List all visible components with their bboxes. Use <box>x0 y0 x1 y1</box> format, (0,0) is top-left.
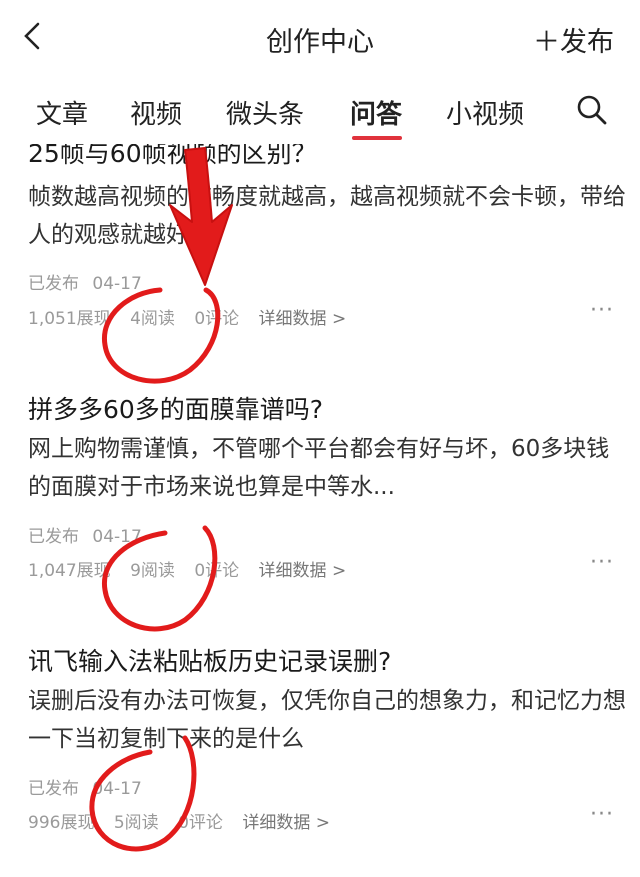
status-label: 已发布 <box>28 779 79 799</box>
impressions-count: 1,051展现 <box>28 309 111 329</box>
publish-status: 已发布 04-17 <box>28 522 142 547</box>
tab-micro-posts[interactable]: 微头条 <box>226 94 304 131</box>
tab-articles[interactable]: 文章 <box>36 94 88 131</box>
more-icon[interactable]: ··· <box>590 802 614 827</box>
reads-count: 5阅读 <box>113 813 159 833</box>
publish-date: 04-17 <box>92 274 142 294</box>
publish-status: 已发布 04-17 <box>28 269 142 294</box>
status-label: 已发布 <box>28 527 79 547</box>
comments-count: 0评论 <box>194 309 240 329</box>
publish-status: 已发布 04-17 <box>28 774 142 799</box>
search-icon[interactable] <box>574 92 610 128</box>
answer-excerpt[interactable]: 网上购物需谨慎，不管哪个平台都会有好与坏，60多块钱的面膜对于市场来说也算是中等… <box>28 430 628 506</box>
question-title[interactable]: 拼多多60多的面膜靠谱吗? <box>28 390 323 426</box>
more-icon[interactable]: ··· <box>590 550 614 575</box>
header-bar: 创作中心 ＋发布 <box>0 0 640 78</box>
comments-count: 0评论 <box>194 561 240 581</box>
detail-data-link[interactable]: 详细数据 > <box>259 309 347 329</box>
stats-row: 996展现 5阅读 0评论 详细数据 > <box>28 808 344 833</box>
publish-date: 04-17 <box>92 527 142 547</box>
publish-button[interactable]: ＋发布 <box>533 20 614 59</box>
comments-count: 0评论 <box>178 813 223 833</box>
answer-excerpt[interactable]: 误删后没有办法可恢复，仅凭你自己的想象力，和记忆力想一下当初复制下来的是什么 <box>28 682 628 758</box>
more-icon[interactable]: ··· <box>590 298 614 323</box>
stats-row: 1,051展现 4阅读 0评论 详细数据 > <box>28 304 360 329</box>
stats-row: 1,047展现 9阅读 0评论 详细数据 > <box>28 556 360 581</box>
tab-videos[interactable]: 视频 <box>130 94 182 131</box>
impressions-count: 996展现 <box>28 813 95 833</box>
question-list: 25帧与60帧视频的区别？ 帧数越高视频的流畅度就越高，越高视频就不会卡顿，带给… <box>0 144 640 877</box>
publish-date: 04-17 <box>92 779 142 799</box>
question-title[interactable]: 25帧与60帧视频的区别？ <box>28 144 317 170</box>
detail-data-link[interactable]: 详细数据 > <box>259 561 347 581</box>
detail-data-link[interactable]: 详细数据 > <box>242 813 330 833</box>
question-title[interactable]: 讯飞输入法粘贴板历史记录误删? <box>28 642 391 678</box>
reads-count: 4阅读 <box>130 309 175 329</box>
reads-count: 9阅读 <box>130 561 175 581</box>
tab-bar: 文章 视频 微头条 问答 小视频 <box>0 78 640 144</box>
impressions-count: 1,047展现 <box>28 561 111 581</box>
active-tab-indicator <box>352 136 402 140</box>
tab-qa[interactable]: 问答 <box>350 94 402 131</box>
answer-excerpt[interactable]: 帧数越高视频的流畅度就越高，越高视频就不会卡顿，带给人的观感就越好。 <box>28 178 628 254</box>
status-label: 已发布 <box>28 274 79 294</box>
tab-short-videos[interactable]: 小视频 <box>446 94 524 131</box>
